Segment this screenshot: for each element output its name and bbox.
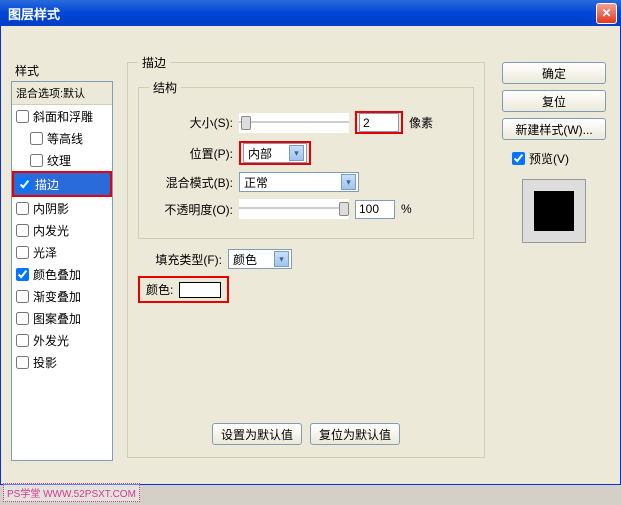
style-checkbox[interactable] [16, 268, 29, 281]
chevron-down-icon: ▾ [289, 145, 304, 161]
style-item-11[interactable]: 投影 [12, 351, 112, 373]
position-dropdown[interactable]: 内部 ▾ [243, 143, 307, 163]
close-icon[interactable]: ✕ [596, 3, 617, 24]
titlebar: 图层样式 ✕ [0, 0, 621, 26]
color-highlight: 颜色: [138, 276, 229, 303]
style-item-3[interactable]: 描边 [14, 173, 110, 195]
style-item-5[interactable]: 内发光 [12, 219, 112, 241]
stroke-settings: 描边 结构 大小(S): 像素 位置(P): 内部 ▾ [127, 54, 485, 486]
preview-check[interactable]: 预览(V) [502, 150, 569, 167]
preview-box [522, 179, 586, 243]
position-highlight: 内部 ▾ [239, 141, 311, 165]
style-checkbox[interactable] [18, 178, 31, 191]
style-item-2[interactable]: 纹理 [12, 149, 112, 171]
style-item-4[interactable]: 内阴影 [12, 197, 112, 219]
position-row: 位置(P): 内部 ▾ [149, 141, 463, 165]
dialog-body: 样式 混合选项:默认 斜面和浮雕等高线纹理描边内阴影内发光光泽颜色叠加渐变叠加图… [0, 26, 621, 485]
stroke-fieldset: 描边 结构 大小(S): 像素 位置(P): 内部 ▾ [127, 54, 485, 458]
style-item-1[interactable]: 等高线 [12, 127, 112, 149]
style-label: 描边 [35, 176, 59, 193]
styles-heading: 样式 [11, 62, 113, 79]
opacity-slider[interactable] [239, 199, 349, 219]
style-label: 光泽 [33, 244, 57, 261]
ok-button[interactable]: 确定 [502, 62, 606, 84]
style-checkbox[interactable] [16, 202, 29, 215]
position-label: 位置(P): [149, 145, 239, 162]
blend-value: 正常 [244, 174, 268, 191]
defaults-row: 设置为默认值 复位为默认值 [138, 423, 474, 445]
styles-panel: 样式 混合选项:默认 斜面和浮雕等高线纹理描边内阴影内发光光泽颜色叠加渐变叠加图… [11, 62, 113, 461]
size-row: 大小(S): 像素 [149, 111, 463, 134]
style-label: 图案叠加 [33, 310, 81, 327]
style-item-0[interactable]: 斜面和浮雕 [12, 105, 112, 127]
style-checkbox[interactable] [16, 312, 29, 325]
new-style-button[interactable]: 新建样式(W)... [502, 118, 606, 140]
style-label: 等高线 [47, 130, 83, 147]
preview-checkbox[interactable] [512, 152, 525, 165]
blend-label: 混合模式(B): [149, 174, 239, 191]
size-label: 大小(S): [149, 114, 239, 131]
size-highlight [355, 111, 403, 134]
chevron-down-icon: ▾ [274, 251, 289, 267]
style-label: 颜色叠加 [33, 266, 81, 283]
position-value: 内部 [248, 145, 272, 162]
filltype-dropdown[interactable]: 颜色 ▾ [228, 249, 292, 269]
style-item-9[interactable]: 图案叠加 [12, 307, 112, 329]
structure-legend: 结构 [149, 79, 181, 96]
set-default-button[interactable]: 设置为默认值 [212, 423, 302, 445]
style-item-7[interactable]: 颜色叠加 [12, 263, 112, 285]
reset-button[interactable]: 复位 [502, 90, 606, 112]
right-panel: 确定 复位 新建样式(W)... 预览(V) [502, 62, 606, 243]
color-swatch[interactable] [179, 282, 221, 298]
style-checkbox[interactable] [16, 224, 29, 237]
style-item-6[interactable]: 光泽 [12, 241, 112, 263]
size-slider[interactable] [239, 113, 349, 133]
structure-fieldset: 结构 大小(S): 像素 位置(P): 内部 ▾ [138, 79, 474, 239]
blend-options-header[interactable]: 混合选项:默认 [12, 82, 112, 105]
style-item-10[interactable]: 外发光 [12, 329, 112, 351]
style-checkbox[interactable] [16, 290, 29, 303]
filltype-value: 颜色 [233, 251, 257, 268]
size-unit: 像素 [409, 114, 433, 131]
style-checkbox[interactable] [30, 154, 43, 167]
filltype-label: 填充类型(F): [138, 251, 228, 268]
preview-sample [534, 191, 574, 231]
opacity-label: 不透明度(O): [149, 201, 239, 218]
window-title: 图层样式 [4, 4, 596, 23]
filltype-row: 填充类型(F): 颜色 ▾ [138, 249, 474, 269]
styles-list: 混合选项:默认 斜面和浮雕等高线纹理描边内阴影内发光光泽颜色叠加渐变叠加图案叠加… [11, 81, 113, 461]
style-label: 外发光 [33, 332, 69, 349]
style-label: 内阴影 [33, 200, 69, 217]
stroke-legend: 描边 [138, 54, 170, 71]
reset-default-button[interactable]: 复位为默认值 [310, 423, 400, 445]
style-checkbox[interactable] [16, 246, 29, 259]
size-input[interactable] [359, 113, 399, 132]
style-checkbox[interactable] [30, 132, 43, 145]
style-label: 纹理 [47, 152, 71, 169]
style-checkbox[interactable] [16, 356, 29, 369]
blend-row: 混合模式(B): 正常 ▾ [149, 172, 463, 192]
preview-label: 预览(V) [529, 150, 569, 167]
slider-thumb-icon[interactable] [339, 202, 349, 216]
color-label: 颜色: [146, 281, 173, 298]
style-label: 渐变叠加 [33, 288, 81, 305]
chevron-down-icon: ▾ [341, 174, 356, 190]
style-label: 斜面和浮雕 [33, 108, 93, 125]
style-checkbox[interactable] [16, 110, 29, 123]
color-row: 颜色: [138, 276, 474, 303]
blend-dropdown[interactable]: 正常 ▾ [239, 172, 359, 192]
style-label: 内发光 [33, 222, 69, 239]
watermark: PS学堂 WWW.52PSXT.COM [3, 483, 140, 502]
opacity-row: 不透明度(O): % [149, 199, 463, 219]
opacity-input[interactable] [355, 200, 395, 219]
style-label: 投影 [33, 354, 57, 371]
opacity-unit: % [401, 202, 412, 216]
slider-thumb-icon[interactable] [241, 116, 251, 130]
style-checkbox[interactable] [16, 334, 29, 347]
style-item-8[interactable]: 渐变叠加 [12, 285, 112, 307]
